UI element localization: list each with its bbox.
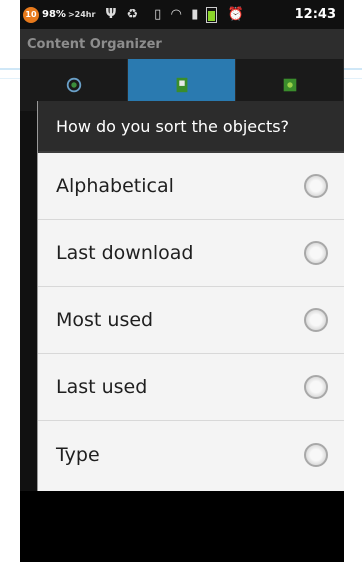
app-title: Content Organizer bbox=[20, 29, 344, 59]
options-list: Alphabetical Last download Most used Las… bbox=[38, 153, 344, 488]
android-icon bbox=[283, 78, 296, 92]
bookmark-icon bbox=[176, 77, 187, 93]
option-most-used[interactable]: Most used bbox=[38, 287, 344, 354]
option-type[interactable]: Type bbox=[38, 421, 344, 488]
dialog-title: How do you sort the objects? bbox=[38, 101, 344, 153]
radio-icon[interactable] bbox=[304, 442, 328, 467]
option-label: Type bbox=[56, 443, 100, 466]
wifi-icon: ◠ bbox=[171, 7, 182, 22]
radio-icon[interactable] bbox=[304, 174, 328, 198]
option-label: Last download bbox=[56, 242, 194, 264]
usb-icon: Ψ bbox=[105, 7, 117, 22]
alarm-icon: ⏰ bbox=[227, 7, 244, 22]
vibrate-icon: ▯ bbox=[154, 7, 162, 22]
radio-icon[interactable] bbox=[304, 241, 328, 265]
option-label: Most used bbox=[56, 309, 154, 331]
recycle-icon: ♻ bbox=[126, 7, 139, 22]
radio-icon[interactable] bbox=[304, 308, 328, 332]
option-last-used[interactable]: Last used bbox=[38, 354, 344, 421]
clock: 12:43 bbox=[294, 7, 336, 22]
timer-label: >24hr bbox=[67, 10, 96, 19]
option-label: Last used bbox=[56, 376, 148, 398]
screen-bottom bbox=[20, 491, 344, 562]
option-label: Alphabetical bbox=[56, 175, 174, 197]
phone-screen: 10 98% >24hr Ψ ♻ ▯ ◠ ▮ ⏰ 12:43 Content O… bbox=[20, 0, 344, 562]
option-alphabetical[interactable]: Alphabetical bbox=[38, 153, 344, 220]
battery-badge-icon: 10 bbox=[23, 6, 39, 23]
background-list bbox=[20, 111, 37, 491]
option-last-download[interactable]: Last download bbox=[38, 220, 344, 287]
signal-icon: ▮ bbox=[191, 7, 199, 22]
refresh-icon bbox=[66, 77, 81, 93]
battery-icon bbox=[206, 6, 218, 23]
radio-icon[interactable] bbox=[304, 375, 328, 399]
sort-dialog: How do you sort the objects? Alphabetica… bbox=[37, 101, 344, 491]
battery-percent: 98% bbox=[42, 9, 66, 20]
status-bar: 10 98% >24hr Ψ ♻ ▯ ◠ ▮ ⏰ 12:43 bbox=[20, 0, 344, 29]
